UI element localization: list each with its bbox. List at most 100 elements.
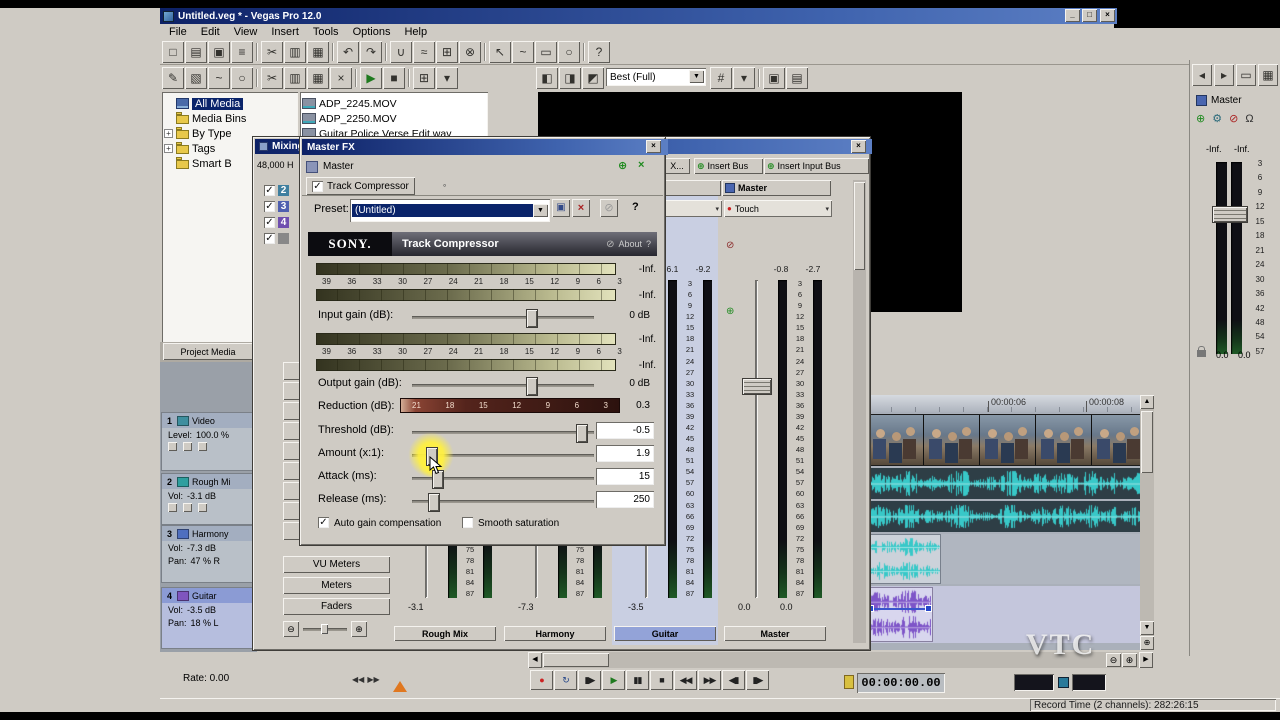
timeline[interactable]: 00:00:06 00:00:08 (868, 395, 1140, 650)
menu-item[interactable]: Edit (194, 25, 227, 39)
strip-label[interactable]: Master (724, 626, 826, 641)
amount-value-field[interactable]: 1.9 (596, 445, 654, 462)
play-button[interactable]: ▶ (602, 670, 625, 690)
preset-combobox[interactable]: (Untitled) ▼ (350, 199, 550, 222)
grid-overlay-icon[interactable]: # (710, 67, 732, 89)
zoom-out-time-icon[interactable]: ⊖ (1106, 653, 1121, 667)
paste-icon[interactable]: ▦ (307, 41, 329, 63)
panel-grid-icon[interactable]: ▦ (1258, 64, 1278, 86)
scrub-back-icon[interactable]: ◀◀ (352, 675, 364, 684)
time-display-icon[interactable] (844, 675, 854, 689)
lock-fader-icon[interactable] (1197, 350, 1206, 357)
copy-event-icon[interactable]: ▥ (284, 67, 306, 89)
track-name[interactable]: Rough Mi (192, 477, 231, 487)
fader-value[interactable]: -7.3 (518, 602, 552, 612)
menu-item[interactable]: File (162, 25, 194, 39)
plugin-chain-icon[interactable]: ⊕ (1196, 112, 1205, 125)
tab-project-media[interactable]: Project Media (163, 343, 253, 360)
maximize-button[interactable]: □ (1082, 9, 1097, 22)
undo-icon[interactable]: ↶ (337, 41, 359, 63)
scroll-right-icon[interactable]: ▶ (1139, 652, 1153, 668)
menu-item[interactable]: View (227, 25, 265, 39)
scrollbar-thumb[interactable] (543, 653, 609, 667)
track-header-video[interactable]: 1 Video Level:100.0 % (162, 413, 257, 470)
envelope-edit-tool-icon[interactable]: ~ (512, 41, 534, 63)
copy-snapshot-icon[interactable]: ▣ (763, 67, 785, 89)
envelope-point[interactable] (926, 606, 931, 611)
track-header-harmony[interactable]: 3 Harmony Vol:-7.3 dB Pan:47 % R (162, 526, 257, 582)
pencil-tool-icon[interactable]: ✎ (162, 67, 184, 89)
track-button[interactable] (198, 442, 207, 451)
timeline-vscrollbar[interactable]: ▲ ▼ ⊕ (1140, 395, 1154, 650)
zoom-out-icon[interactable]: ⊖ (283, 621, 299, 637)
tree-item-media-bins[interactable]: Media Bins (164, 111, 294, 126)
solo-icon[interactable]: Ω (1245, 113, 1253, 125)
fader-handle[interactable] (742, 378, 772, 395)
zoom-in-track-icon[interactable]: ⊕ (1140, 636, 1154, 650)
pause-button[interactable]: ▮▮ (626, 670, 649, 690)
about-link[interactable]: About (618, 239, 642, 249)
panel-float-icon[interactable]: ▭ (1236, 64, 1256, 86)
track-info-value[interactable]: 47 % R (191, 556, 221, 566)
release-value-field[interactable]: 250 (596, 491, 654, 508)
paste-event-icon[interactable]: ▦ (307, 67, 329, 89)
mixer-view-button[interactable]: Meters (283, 577, 390, 594)
track-info-value[interactable]: -3.1 dB (187, 491, 216, 501)
scrub-forward-icon[interactable]: ▶▶ (367, 675, 379, 684)
harmony-track-lane[interactable] (868, 534, 1140, 584)
ignore-grouping-icon[interactable]: ⊗ (459, 41, 481, 63)
expander-icon[interactable]: + (164, 144, 173, 153)
plugin-help-icon[interactable]: ? (632, 201, 639, 213)
project-properties-icon[interactable]: ≡ (231, 41, 253, 63)
dropdown-arrow-icon[interactable]: ▼ (689, 70, 704, 83)
cut-icon[interactable]: ✂ (261, 41, 283, 63)
track-header-rough-mix[interactable]: 2 Rough Mi Vol:-3.1 dB (162, 474, 257, 524)
fader-value[interactable]: 0.0 (738, 602, 772, 612)
whats-this-help-icon[interactable]: ? (588, 41, 610, 63)
threshold-value-field[interactable]: -0.5 (596, 422, 654, 439)
track-info-value[interactable]: -7.3 dB (187, 543, 216, 553)
expander-icon[interactable]: + (164, 129, 173, 138)
scroll-left-icon[interactable]: ◀ (528, 652, 542, 668)
fader-value[interactable]: -3.1 (408, 602, 442, 612)
scroll-up-icon[interactable]: ▲ (1140, 395, 1154, 409)
stop-preview-icon[interactable]: ■ (383, 67, 405, 89)
video-overlay-icon[interactable]: ◨ (559, 67, 581, 89)
loop-playback-button[interactable]: ↻ (554, 670, 577, 690)
track-info-value[interactable]: -3.5 dB (187, 605, 216, 615)
video-thumbnail[interactable] (868, 415, 924, 465)
scrollbar-thumb[interactable] (854, 182, 865, 270)
panel-left-icon[interactable]: ◂ (1192, 64, 1212, 86)
mute-icon[interactable]: ⊘ (726, 240, 734, 251)
mixer-strip-master[interactable]: Master ●Touch▾ ⊘ ⊕ -0.8 -2.7 36912151821… (722, 180, 828, 645)
zoom-slider-handle[interactable] (321, 624, 328, 634)
fader-value[interactable]: 0.0 (780, 602, 814, 612)
go-to-end-button[interactable]: ▶▶ (698, 670, 721, 690)
track-enable-checkbox[interactable]: ✓ (264, 217, 275, 228)
split-screen-icon[interactable]: ◩ (582, 67, 604, 89)
strip-label[interactable]: Guitar (614, 626, 716, 641)
preset-dropdown-icon[interactable]: ▼ (533, 204, 548, 217)
mute-icon[interactable]: ⊘ (1229, 112, 1238, 125)
fader-value[interactable]: -3.5 (628, 602, 662, 612)
new-project-icon[interactable]: □ (162, 41, 184, 63)
audio-clip-guitar[interactable] (868, 588, 932, 641)
video-thumbnail[interactable] (1092, 415, 1140, 465)
cut-event-icon[interactable]: ✂ (261, 67, 283, 89)
zoom-in-icon[interactable]: ⊕ (351, 621, 367, 637)
track-title-bar[interactable]: 3 Harmony (162, 526, 257, 541)
fader-value[interactable]: 0.0 (1216, 350, 1229, 360)
save-preset-icon[interactable]: ▣ (552, 199, 570, 217)
input-gain-handle[interactable] (526, 309, 538, 328)
panel-right-icon[interactable]: ▸ (1214, 64, 1234, 86)
guitar-track-lane[interactable] (868, 586, 1140, 643)
play-preview-icon[interactable]: ▶ (360, 67, 382, 89)
about-help-icon[interactable]: ? (646, 239, 651, 249)
prev-frame-button[interactable]: ◀▮ (722, 670, 745, 690)
organize-presets-icon[interactable]: ⊘ (600, 199, 618, 217)
snapping-icon[interactable]: ∪ (390, 41, 412, 63)
preview-quality-dropdown[interactable]: Best (Full) ▼ (606, 68, 706, 86)
delete-preset-icon[interactable]: × (572, 199, 590, 217)
volume-envelope-line[interactable] (868, 608, 932, 610)
tab-track-compressor[interactable]: ✓ Track Compressor (306, 177, 415, 195)
